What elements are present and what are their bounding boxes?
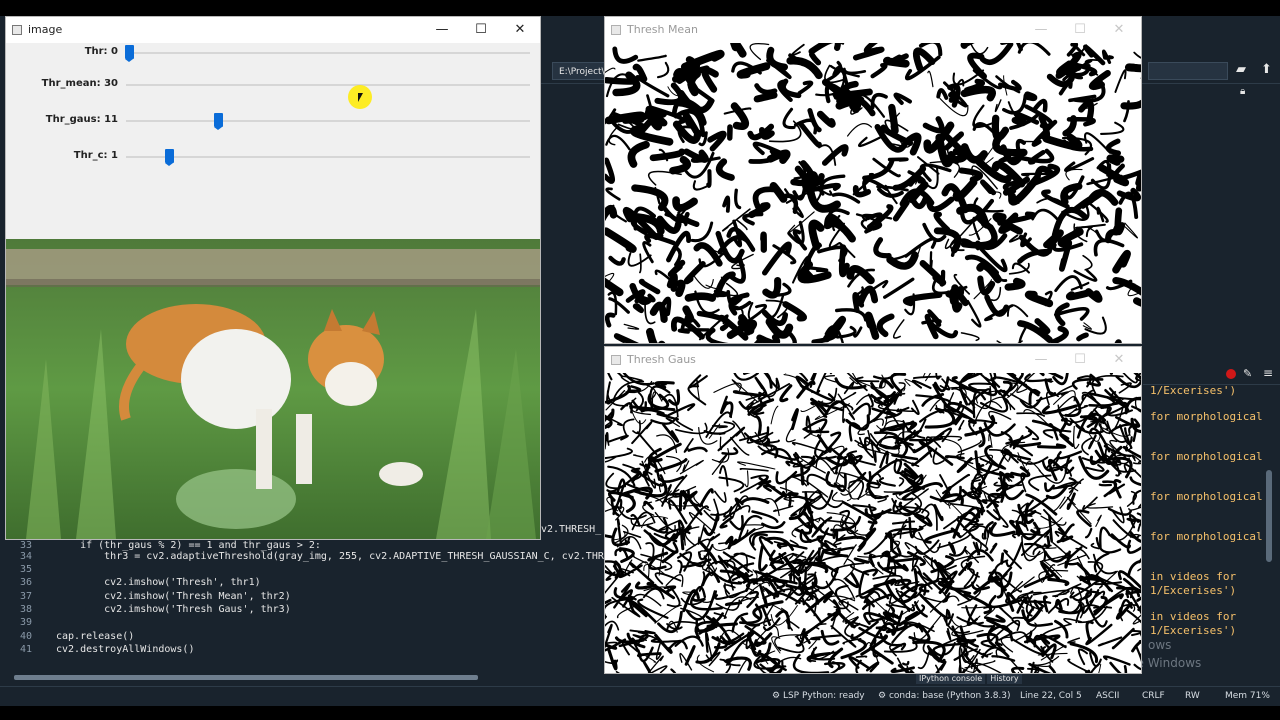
stop-icon[interactable] [1226, 369, 1236, 379]
mouse-cursor-icon [358, 93, 368, 102]
thresh-mean-titlebar[interactable]: Thresh Mean — ☐ ✕ [605, 17, 1141, 43]
thresh-mean-binary-image [605, 43, 1141, 343]
trackbar-thr[interactable] [125, 45, 530, 62]
watermark-text: ows [1148, 638, 1172, 652]
minimize-button[interactable]: — [1031, 350, 1051, 370]
lock-icon[interactable]: 🔒︎ [1240, 86, 1245, 97]
tab-history[interactable]: History [987, 673, 1022, 684]
window-title: Thresh Mean [627, 23, 698, 36]
line-number: 37 [19, 591, 32, 602]
trackbar-panel: Thr: 0 Thr_mean: 30 Thr_gaus: 11 Thr_c: … [6, 43, 540, 239]
line-number: 40 [19, 631, 32, 642]
conda-status: ⚙ conda: base (Python 3.8.3) [878, 691, 1011, 701]
code-line: cv2.destroyAllWindows() [56, 644, 195, 655]
line-number: 39 [19, 617, 32, 628]
code-line: cv2.imshow('Thresh Mean', thr2) [80, 591, 291, 602]
close-button[interactable]: ✕ [510, 20, 530, 40]
cursor-position: Line 22, Col 5 [1020, 691, 1082, 701]
trackbar-thr-c[interactable] [126, 149, 530, 166]
editor-horizontal-scrollbar[interactable] [14, 675, 478, 680]
folder-open-icon[interactable]: ▰ [1236, 62, 1246, 77]
line-number: 38 [19, 604, 32, 615]
minimize-button[interactable]: — [1031, 20, 1051, 40]
code-line: cv2.imshow('Thresh', thr1) [80, 577, 261, 588]
kitten-video-image [6, 239, 540, 539]
tab-ipython-console[interactable]: IPython console [916, 673, 986, 684]
status-bar: ⚙ LSP Python: ready ⚙ conda: base (Pytho… [0, 686, 1280, 706]
image-window: image — ☐ ✕ Thr: 0 Thr_mean: 30 Thr_gaus… [5, 16, 541, 540]
code-editor[interactable]: 33 if (thr_gaus % 2) == 1 and thr_gaus >… [0, 540, 604, 675]
thresh-gaus-image [605, 373, 1141, 673]
arrow-up-icon[interactable]: ⬆ [1261, 62, 1272, 77]
line-number: 34 [19, 551, 32, 562]
line-number: 33 [19, 540, 32, 551]
console-line: in videos for [1150, 610, 1237, 623]
line-number: 41 [19, 644, 32, 655]
eol-status: CRLF [1142, 691, 1165, 701]
code-line: thr3 = cv2.adaptiveThreshold(gray_img, 2… [56, 551, 604, 562]
trackbar-thumb[interactable] [165, 149, 175, 166]
line-number: 36 [19, 577, 32, 588]
letterbox-bottom [0, 706, 1280, 720]
console-scrollbar[interactable] [1266, 470, 1272, 562]
trackbar-thr-mean[interactable] [126, 84, 530, 86]
console-line: for morphological [1150, 410, 1263, 423]
menu-icon[interactable]: ≡ [1263, 366, 1273, 380]
console-line: 1/Excerises') [1150, 384, 1237, 397]
console-line: in videos for [1150, 570, 1237, 583]
lsp-status: ⚙ LSP Python: ready [772, 691, 865, 701]
video-frame [6, 239, 540, 539]
trackbar-label-thr-c: Thr_c: 1 [73, 150, 118, 161]
code-fragment: v2.THRESH_ [541, 524, 602, 535]
rw-status: RW [1185, 691, 1200, 701]
working-directory-field[interactable]: E:\Project\ [552, 62, 612, 80]
thresh-mean-window: Thresh Mean — ☐ ✕ [604, 16, 1142, 344]
trackbar-thumb[interactable] [213, 113, 223, 130]
memory-status: Mem 71% [1225, 691, 1270, 701]
window-app-icon [611, 355, 621, 365]
thresh-gaus-window: Thresh Gaus — ☐ ✕ [604, 346, 1142, 674]
trackbar-label-thr-gaus: Thr_gaus: 11 [45, 114, 118, 125]
console-tabs: IPython console History [916, 673, 1024, 686]
maximize-button[interactable]: ☐ [1070, 20, 1090, 40]
code-line: cv2.imshow('Thresh Gaus', thr3) [80, 604, 291, 615]
console-header: ✎ ≡ [1143, 365, 1280, 385]
console-line: for morphological [1150, 490, 1263, 503]
code-line: cap.release() [56, 631, 135, 642]
window-title: image [28, 23, 63, 36]
close-button[interactable]: ✕ [1109, 20, 1129, 40]
trackbar-thumb[interactable] [125, 45, 134, 62]
file-explorer-path[interactable] [1148, 62, 1228, 80]
console-line: 1/Excerises') [1150, 584, 1237, 597]
encoding-status: ASCII [1096, 691, 1120, 701]
maximize-button[interactable]: ☐ [1070, 350, 1090, 370]
thresh-gaus-titlebar[interactable]: Thresh Gaus — ☐ ✕ [605, 347, 1141, 373]
code-line: if (thr_gaus % 2) == 1 and thr_gaus > 2: [56, 540, 321, 551]
minimize-button[interactable]: — [432, 20, 452, 40]
close-button[interactable]: ✕ [1109, 350, 1129, 370]
thresh-mean-image [605, 43, 1141, 343]
console-line: for morphological [1150, 530, 1263, 543]
image-window-titlebar[interactable]: image — ☐ ✕ [6, 17, 540, 43]
window-app-icon [611, 25, 621, 35]
trackbar-label-thr: Thr: 0 [84, 46, 118, 57]
thresh-gaus-binary-image [605, 373, 1141, 673]
eraser-icon[interactable]: ✎ [1243, 367, 1252, 380]
window-app-icon [12, 25, 22, 35]
trackbar-thr-gaus[interactable] [126, 113, 530, 130]
line-number: 35 [19, 564, 32, 575]
console-line: 1/Excerises') [1150, 624, 1237, 637]
maximize-button[interactable]: ☐ [471, 20, 491, 40]
desktop: E:\Project\ ▰ ⬆ 🔒︎ ✎ ≡ 1/Excerises') for… [0, 0, 1280, 720]
trackbar-label-thr-mean: Thr_mean: 30 [41, 78, 118, 89]
window-title: Thresh Gaus [627, 353, 696, 366]
letterbox-top [0, 0, 1280, 16]
console-line: for morphological [1150, 450, 1263, 463]
